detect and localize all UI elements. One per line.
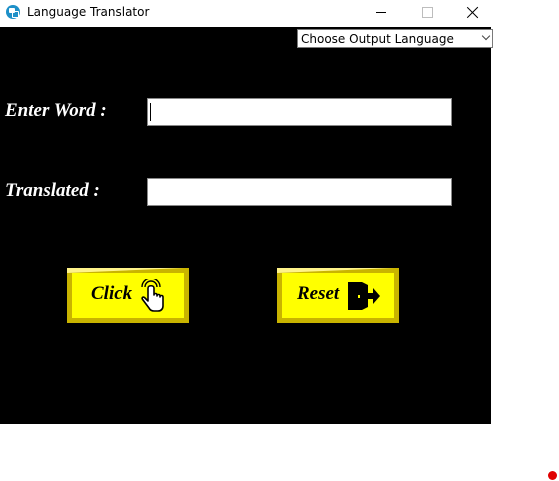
word-input[interactable]	[147, 98, 452, 126]
reset-button[interactable]: Reset	[277, 268, 399, 323]
close-button[interactable]	[450, 0, 496, 27]
minimize-button[interactable]	[358, 0, 404, 27]
translated-output[interactable]	[147, 178, 452, 206]
chevron-down-icon	[481, 31, 491, 41]
reset-button-label: Reset	[297, 283, 340, 304]
minimize-icon	[376, 12, 386, 13]
close-icon	[467, 6, 479, 18]
status-dot	[548, 471, 557, 480]
translate-app-icon	[6, 5, 20, 19]
maximize-button[interactable]	[404, 0, 450, 27]
translated-label: Translated :	[5, 180, 100, 201]
window-title: Language Translator	[27, 5, 150, 19]
maximize-icon	[422, 7, 433, 18]
enter-word-label: Enter Word :	[5, 100, 107, 121]
main-canvas	[0, 27, 491, 424]
pointing-hand-icon	[141, 279, 164, 312]
click-button[interactable]: Click	[67, 268, 189, 323]
text-caret	[150, 103, 151, 121]
title-bar: Language Translator	[0, 0, 559, 27]
click-button-label: Click	[91, 283, 133, 304]
output-language-value: Choose Output Language	[301, 32, 454, 46]
output-language-select[interactable]: Choose Output Language	[297, 29, 493, 48]
exit-door-icon	[348, 282, 380, 310]
